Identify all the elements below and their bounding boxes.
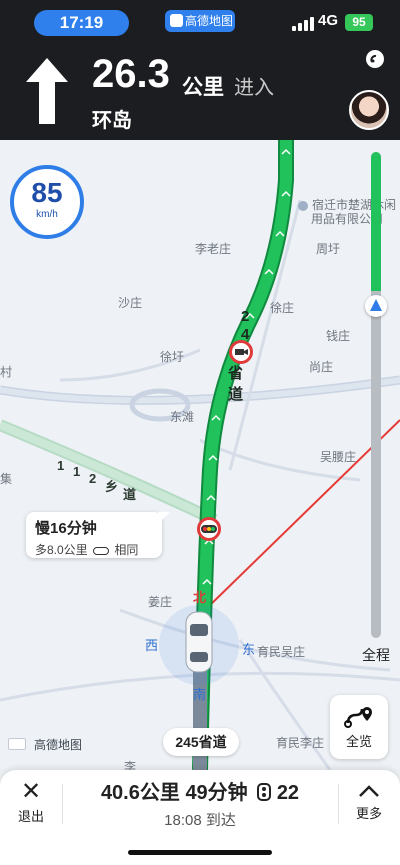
slow-unit: 分钟	[66, 520, 97, 537]
traffic-light-mini-icon	[93, 546, 110, 555]
traffic-light-count: 22	[276, 782, 300, 804]
voice-assistant-icon[interactable]	[365, 49, 385, 69]
place-zhouyu: 周圩	[316, 242, 341, 256]
place-shangzhuang: 尚庄	[309, 360, 334, 374]
traffic-light-icon[interactable]	[197, 517, 221, 541]
traffic-light-count-icon	[257, 783, 272, 801]
arrival-time: 18:08 到达	[164, 812, 236, 829]
app-badge-label: 高德地图	[185, 14, 234, 28]
road-112-char-4: 乡	[105, 479, 119, 494]
place-li: 李	[124, 760, 137, 770]
road-245-char-1: 2	[241, 308, 250, 325]
place-jiangzhuang: 姜庄	[148, 595, 173, 609]
place-yuminwuzhuang: 育民吴庄	[257, 645, 306, 659]
compass-north: 北	[193, 590, 207, 605]
full-route-label[interactable]: 全程	[362, 645, 390, 665]
remaining-distance: 40.6公里	[100, 782, 180, 804]
speed-camera-icon[interactable]	[229, 340, 253, 364]
home-indicator	[128, 850, 272, 855]
place-shazhuang: 沙庄	[118, 296, 143, 310]
road-112-char-2: 1	[73, 464, 81, 479]
exit-navigation-button[interactable]: ✕ 退出	[14, 778, 48, 825]
road-112-char-1: 1	[57, 458, 65, 473]
user-avatar[interactable]	[349, 90, 389, 130]
compass-east: 东	[242, 642, 256, 657]
remaining-time: 49分钟	[185, 782, 248, 804]
route-progress-bar	[365, 152, 387, 638]
amap-logo-icon	[8, 738, 26, 750]
exit-label: 退出	[17, 809, 44, 824]
poi-icon	[298, 200, 308, 211]
bottom-panel: ✕ 退出 40.6公里 49分钟 22 18:08 到达 更多	[0, 770, 400, 865]
signal-icon	[292, 17, 314, 31]
route-position-marker	[365, 295, 387, 317]
slow-minutes: 16	[50, 520, 67, 537]
network-type: 4G	[318, 12, 339, 29]
chevron-up-icon	[359, 785, 379, 797]
lights-same: 相同	[114, 543, 139, 557]
overview-button[interactable]: 全览	[330, 695, 388, 759]
compass-west: 西	[145, 638, 159, 653]
straight-arrow-icon	[26, 58, 68, 124]
more-label: 更多	[355, 806, 382, 821]
place-xuyu: 徐圩	[160, 350, 185, 364]
place-ji: 集	[0, 472, 13, 486]
current-speed-value: 85	[31, 177, 63, 208]
app-return-badge[interactable]: 高德地图	[165, 10, 235, 32]
current-speed-unit: km/h	[36, 209, 58, 220]
current-speed-gauge: 85 km/h	[10, 165, 84, 239]
slow-prefix: 慢	[35, 520, 51, 537]
distance-unit: 公里	[182, 76, 224, 99]
trip-summary: 40.6公里 49分钟 22 18:08 到达	[80, 776, 320, 830]
road-245-char-5: 道	[228, 386, 244, 403]
alternate-route-card[interactable]: 慢16分钟 多8.0公里 相同	[26, 512, 170, 558]
status-bar: 17:19 高德地图 4G 95	[0, 0, 400, 42]
more-button[interactable]: 更多	[350, 778, 388, 822]
extra-distance: 多8.0公里	[35, 543, 88, 557]
road-245-char-4: 省	[228, 365, 244, 382]
place-xuzhuang: 徐庄	[270, 301, 295, 315]
divider	[338, 784, 339, 824]
route-progress-fill	[371, 152, 381, 291]
overview-label: 全览	[345, 734, 372, 749]
place-yuminlizhuang: 育民李庄	[276, 736, 325, 750]
place-wuyaozhuang: 吴腰庄	[320, 450, 357, 464]
place-qianzhuang: 钱庄	[326, 329, 351, 343]
compass-south: 南	[193, 687, 207, 702]
car-icon	[185, 611, 213, 673]
divider	[62, 784, 63, 824]
nav-instruction-panel: 26.3 公里 进入 环岛	[0, 42, 400, 140]
next-road-name: 环岛	[92, 110, 132, 132]
amap-app-icon	[170, 14, 183, 27]
next-maneuver-distance: 26.3	[92, 52, 170, 96]
place-cun: 村	[0, 365, 13, 379]
battery-icon: 95	[345, 14, 373, 31]
place-lilaozhuang: 李老庄	[195, 242, 232, 256]
map-logo: 高德地图	[34, 738, 83, 752]
maneuver-action: 进入	[234, 77, 274, 99]
status-time[interactable]: 17:19	[34, 10, 129, 36]
current-road-pill: 245省道	[163, 728, 239, 756]
place-dongtan: 东滩	[170, 410, 195, 424]
road-112-char-3: 2	[89, 471, 97, 486]
route-overview-icon	[344, 707, 372, 728]
road-112-char-5: 道	[123, 487, 137, 502]
close-icon: ✕	[20, 778, 42, 805]
